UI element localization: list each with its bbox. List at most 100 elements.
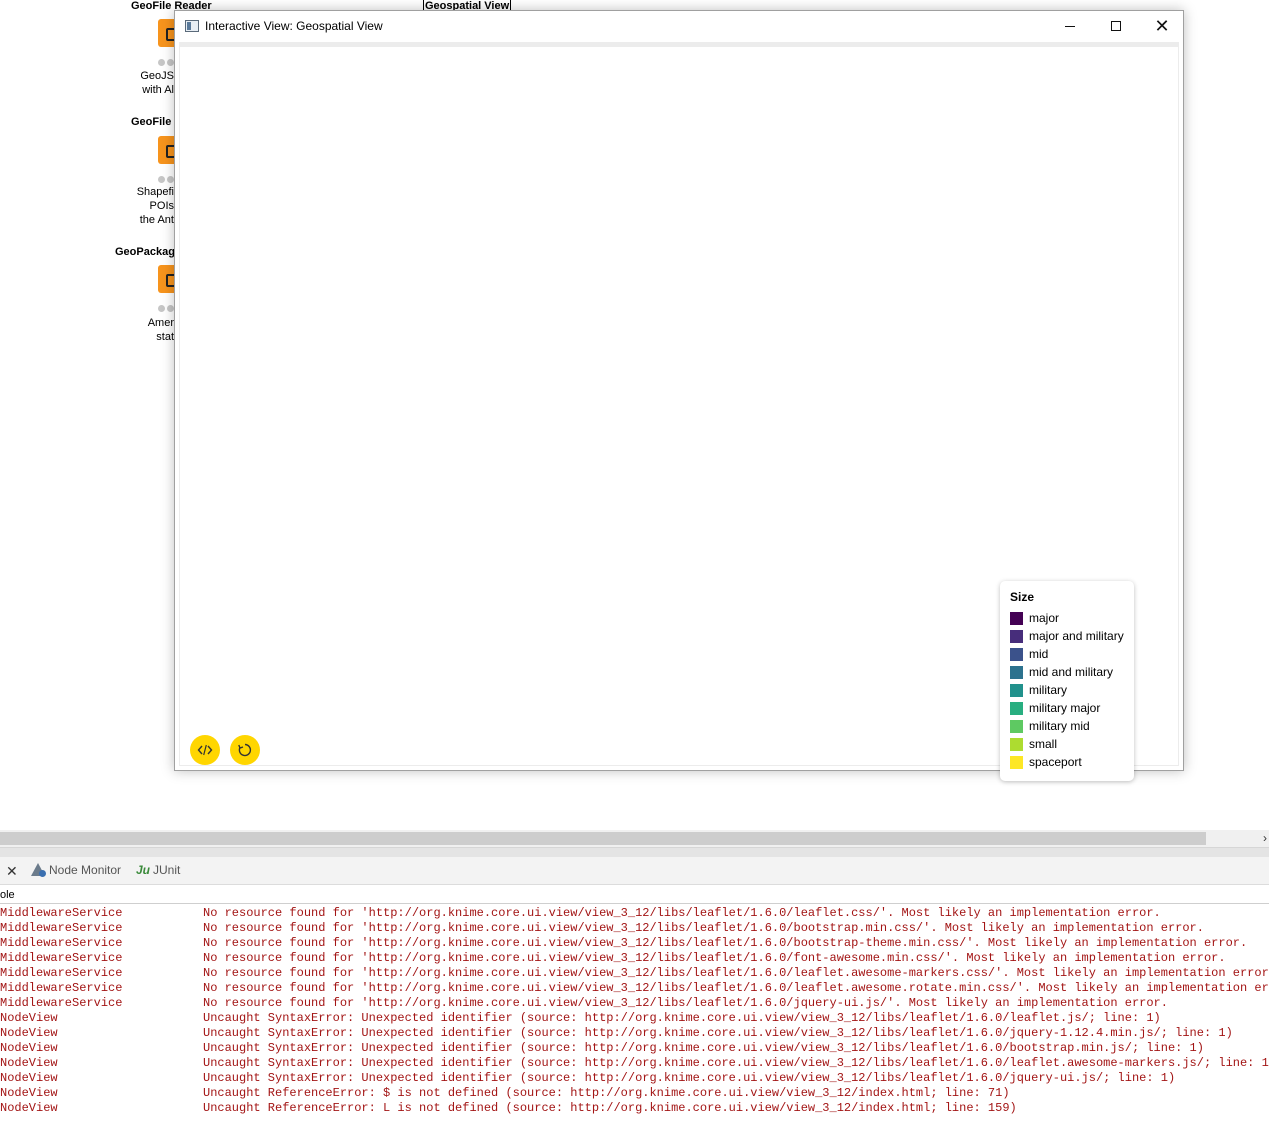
minimize-button[interactable] [1047,11,1093,41]
legend-swatch [1010,755,1023,769]
legend-swatch [1010,719,1023,733]
maximize-button[interactable] [1093,11,1139,41]
console-output[interactable]: MiddlewareService No resource found for '… [0,906,1269,1140]
minimize-icon [1065,25,1075,27]
canvas-horizontal-scrollbar[interactable]: › [0,830,1269,847]
maximize-icon [1111,21,1121,31]
log-row: MiddlewareService No resource found for '… [0,981,1269,996]
log-source: MiddlewareService [0,966,123,980]
window-title: Interactive View: Geospatial View [205,19,383,33]
tab-label: JUnit [153,863,181,877]
legend-item: military mid [1010,717,1124,735]
log-message: No resource found for 'http://org.knime.… [203,936,1248,950]
log-message: No resource found for 'http://org.knime.… [203,981,1269,995]
log-row: MiddlewareService No resource found for '… [0,906,1269,921]
log-source: MiddlewareService [0,951,123,965]
legend-label: military [1029,683,1067,697]
console-title: ole [0,889,15,901]
legend-label: military mid [1029,719,1090,733]
legend-item: major [1010,609,1124,627]
map-legend: Size major major and military mid mid and m… [1000,581,1134,781]
log-message: Uncaught SyntaxError: Unexpected identif… [203,1026,1233,1040]
legend-swatch [1010,611,1023,625]
log-row: NodeView Uncaught ReferenceError: L is no… [0,1101,1269,1116]
legend-swatch [1010,665,1023,679]
close-button[interactable]: ✕ [1139,11,1185,41]
log-message: No resource found for 'http://org.knime.… [203,996,1168,1010]
interactive-view-window[interactable]: Interactive View: Geospatial View ✕ Size… [174,10,1184,781]
legend-label: major and military [1029,629,1124,643]
close-tab-icon[interactable]: ✕ [6,863,18,880]
log-source: NodeView [0,1026,58,1040]
log-message: No resource found for 'http://org.knime.… [203,966,1269,980]
log-source: NodeView [0,1011,58,1025]
log-source: MiddlewareService [0,921,123,935]
junit-icon: Ju [136,863,151,877]
legend-swatch [1010,683,1023,697]
log-message: Uncaught SyntaxError: Unexpected identif… [203,1056,1269,1070]
log-row: NodeView Uncaught SyntaxError: Unexpected… [0,1026,1269,1041]
log-source: MiddlewareService [0,936,123,950]
legend-label: spaceport [1029,755,1082,769]
legend-item: major and military [1010,627,1124,645]
refresh-button[interactable] [230,735,260,765]
tab-junit[interactable]: Ju JUnit [136,863,180,877]
log-row: NodeView Uncaught SyntaxError: Unexpected… [0,1011,1269,1026]
legend-item: small [1010,735,1124,753]
log-message: No resource found for 'http://org.knime.… [203,951,1226,965]
console-divider [0,903,1269,904]
log-row: NodeView Uncaught ReferenceError: $ is no… [0,1086,1269,1101]
node-title: GeoPackag [115,246,175,258]
node-monitor-icon [30,863,46,877]
legend-swatch [1010,629,1023,643]
log-message: Uncaught ReferenceError: $ is not define… [203,1086,1010,1100]
log-source: NodeView [0,1071,58,1085]
window-titlebar[interactable]: Interactive View: Geospatial View ✕ [175,11,1183,42]
scroll-right-arrow-icon[interactable]: › [1263,831,1267,845]
close-icon: ✕ [1154,15,1170,36]
log-row: MiddlewareService No resource found for '… [0,966,1269,981]
legend-label: small [1029,737,1058,751]
scrollbar-thumb[interactable] [0,832,1206,845]
log-source: NodeView [0,1101,58,1115]
log-source: MiddlewareService [0,906,123,920]
log-source: NodeView [0,1086,58,1100]
log-row: NodeView Uncaught SyntaxError: Unexpected… [0,1041,1269,1056]
legend-item: mid [1010,645,1124,663]
log-source: MiddlewareService [0,996,123,1010]
legend-item: military [1010,681,1124,699]
tab-label: Node Monitor [49,863,122,877]
refresh-icon [238,743,252,757]
node-label: Shapefi POIs the Ant [136,186,174,226]
legend-label: military major [1029,701,1101,715]
legend-item: mid and military [1010,663,1124,681]
log-row: NodeView Uncaught SyntaxError: Unexpected… [0,1071,1269,1086]
legend-swatch [1010,701,1023,715]
node-label: GeoJS with Al [140,70,174,96]
log-message: Uncaught SyntaxError: Unexpected identif… [203,1011,1161,1025]
log-message: Uncaught ReferenceError: L is not define… [203,1101,1017,1115]
tab-node-monitor[interactable]: Node Monitor [30,863,121,877]
legend-label: mid and military [1029,665,1114,679]
log-message: No resource found for 'http://org.knime.… [203,921,1204,935]
legend-label: major [1029,611,1060,625]
log-message: No resource found for 'http://org.knime.… [203,906,1161,920]
log-source: NodeView [0,1041,58,1055]
legend-item: military major [1010,699,1124,717]
panel-splitter[interactable] [0,847,1269,857]
legend-label: mid [1029,647,1049,661]
legend-swatch [1010,737,1023,751]
log-source: MiddlewareService [0,981,123,995]
node-label: Amer stat [147,317,174,343]
log-row: MiddlewareService No resource found for '… [0,996,1269,1011]
bottom-panel-tabbar: ✕ Node Monitor Ju JUnit [0,857,1269,885]
map-view-area[interactable]: Size major major and military mid mid and m… [180,47,1178,781]
legend-item: spaceport [1010,753,1124,771]
log-message: Uncaught SyntaxError: Unexpected identif… [203,1041,1204,1055]
log-row: MiddlewareService No resource found for '… [0,936,1269,951]
log-row: MiddlewareService No resource found for '… [0,951,1269,966]
legend-title: Size [1010,590,1035,604]
code-button[interactable] [190,735,220,765]
log-row: NodeView Uncaught SyntaxError: Unexpected… [0,1056,1269,1071]
legend-swatch [1010,647,1023,661]
